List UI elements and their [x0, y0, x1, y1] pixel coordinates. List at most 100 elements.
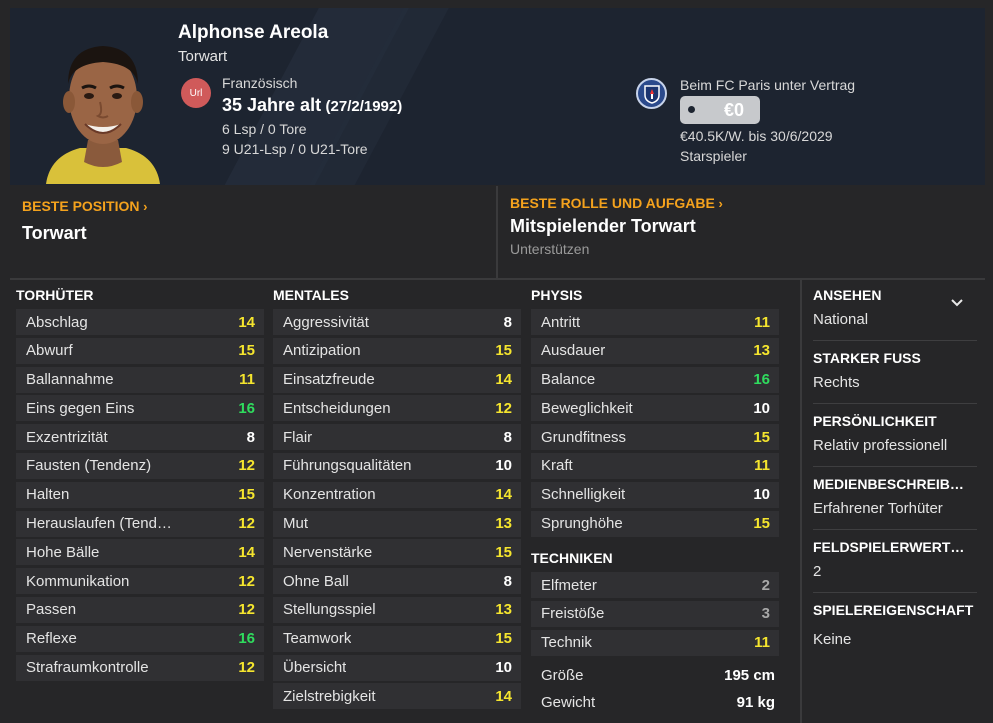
attribute-value: 11: [754, 457, 770, 475]
goalkeeping-attribute-row[interactable]: Halten 15: [16, 481, 264, 508]
attribute-label: Balance: [541, 371, 596, 389]
contract-status[interactable]: Beim FC Paris unter Vertrag: [680, 77, 855, 93]
mental-attribute-row[interactable]: Flair 8: [273, 424, 521, 451]
height-value: 195 cm: [724, 666, 775, 684]
mental-attribute-row[interactable]: Mut 13: [273, 510, 521, 537]
player-header: Alphonse Areola Torwart Url Französisch …: [10, 8, 985, 185]
attribute-value: 12: [238, 601, 255, 619]
attribute-label: Beweglichkeit: [541, 399, 633, 417]
mental-attribute-row[interactable]: Stellungsspiel 13: [273, 596, 521, 623]
goalkeeping-attribute-row[interactable]: Abschlag 14: [16, 309, 264, 335]
attribute-label: Führungsqualitäten: [283, 457, 412, 475]
attribute-label: Einsatzfreude: [283, 371, 375, 389]
club-badge-icon[interactable]: [636, 78, 667, 109]
mental-attribute-row[interactable]: Aggressivität 8: [273, 309, 521, 335]
attribute-value: 15: [495, 630, 512, 648]
physical-attribute-row[interactable]: Grundfitness 15: [531, 424, 779, 451]
physical-attribute-row[interactable]: Schnelligkeit 10: [531, 481, 779, 508]
goalkeeping-attribute-row[interactable]: Strafraumkontrolle 12: [16, 654, 264, 681]
attribute-value: 10: [495, 457, 512, 475]
technical-attribute-row[interactable]: Freistöße 3: [531, 600, 779, 627]
best-role-link[interactable]: BESTE ROLLE UND AUFGABE ›: [510, 195, 723, 211]
attribute-label: Hohe Bälle: [26, 543, 100, 561]
physical-attribute-row[interactable]: Antritt 11: [531, 309, 779, 335]
physical-title: PHYSIS: [531, 287, 583, 303]
goalkeeping-attribute-row[interactable]: Herauslaufen (Tend… 12: [16, 510, 264, 537]
transfer-value-tag[interactable]: €0: [680, 96, 760, 124]
mental-attribute-row[interactable]: Teamwork 15: [273, 625, 521, 652]
weight-row: Gewicht 91 kg: [531, 689, 779, 715]
weight-value: 91 kg: [736, 693, 775, 711]
attribute-label: Ballannahme: [26, 371, 114, 389]
goalkeeping-attribute-row[interactable]: Exzentrizität 8: [16, 424, 264, 451]
goalkeeping-attribute-row[interactable]: Eins gegen Eins 16: [16, 395, 264, 422]
attribute-value: 13: [495, 601, 512, 619]
goalkeeping-attribute-row[interactable]: Fausten (Tendenz) 12: [16, 452, 264, 479]
attribute-value: 8: [503, 428, 512, 446]
mental-attribute-row[interactable]: Konzentration 14: [273, 481, 521, 508]
wage-and-expiry: €40.5K/W. bis 30/6/2029: [680, 128, 833, 144]
best-role-label: BESTE ROLLE UND AUFGABE: [510, 195, 715, 211]
attribute-label: Flair: [283, 428, 313, 446]
goalkeeping-attributes: Abschlag 14 Abwurf 15 Ballannahme 11 Eins gege…: [16, 309, 264, 683]
physical-attribute-row[interactable]: Sprunghöhe 15: [531, 510, 779, 537]
attribute-value: 16: [238, 399, 255, 417]
attribute-label: Nervenstärke: [283, 543, 373, 561]
separator: [813, 592, 977, 593]
mental-title: MENTALES: [273, 287, 349, 303]
physical-attribute-row[interactable]: Ausdauer 13: [531, 337, 779, 364]
goalkeeping-attribute-row[interactable]: Abwurf 15: [16, 337, 264, 364]
goalkeeping-attribute-row[interactable]: Ballannahme 11: [16, 366, 264, 393]
mental-attribute-row[interactable]: Antizipation 15: [273, 337, 521, 364]
attribute-value: 10: [495, 659, 512, 677]
mental-attribute-row[interactable]: Übersicht 10: [273, 654, 521, 681]
attribute-label: Teamwork: [283, 630, 352, 648]
separator: [813, 403, 977, 404]
nationality-flag-icon[interactable]: Url: [181, 78, 211, 108]
physical-attribute-row[interactable]: Kraft 11: [531, 452, 779, 479]
attribute-value: 16: [238, 630, 255, 648]
physical-attribute-row[interactable]: Balance 16: [531, 366, 779, 393]
attribute-value: 12: [238, 572, 255, 590]
media-description-value: Erfahrener Torhüter: [813, 500, 943, 517]
mental-attribute-row[interactable]: Nervenstärke 15: [273, 539, 521, 566]
player-photo: [38, 16, 168, 184]
attribute-value: 8: [503, 313, 512, 331]
attribute-value: 14: [495, 687, 512, 705]
separator: [813, 466, 977, 467]
attribute-value: 15: [238, 342, 255, 360]
attribute-label: Herauslaufen (Tend…: [26, 515, 172, 533]
technical-attribute-row[interactable]: Technik 11: [531, 629, 779, 656]
attribute-label: Übersicht: [283, 659, 347, 677]
mental-attribute-row[interactable]: Ohne Ball 8: [273, 568, 521, 595]
technical-attribute-row[interactable]: Elfmeter 2: [531, 572, 779, 598]
goalkeeping-attribute-row[interactable]: Reflexe 16: [16, 625, 264, 652]
attribute-label: Elfmeter: [541, 576, 597, 594]
attribute-label: Fausten (Tendenz): [26, 457, 152, 475]
outfield-rating-value: 2: [813, 563, 822, 580]
mental-attribute-row[interactable]: Zielstrebigkeit 14: [273, 683, 521, 710]
attribute-value: 15: [753, 428, 770, 446]
player-nationality[interactable]: Französisch: [222, 75, 297, 91]
reputation-title: ANSEHEN: [813, 287, 882, 303]
attribute-value: 16: [753, 371, 770, 389]
goalkeeping-attribute-row[interactable]: Kommunikation 12: [16, 568, 264, 595]
attribute-value: 10: [753, 486, 770, 504]
best-role-value: Mitspielender Torwart: [510, 216, 696, 236]
player-name: Alphonse Areola: [178, 22, 329, 43]
goalkeeping-attribute-row[interactable]: Passen 12: [16, 596, 264, 623]
mental-attribute-row[interactable]: Entscheidungen 12: [273, 395, 521, 422]
mental-attribute-row[interactable]: Einsatzfreude 14: [273, 366, 521, 393]
mental-attribute-row[interactable]: Führungsqualitäten 10: [273, 452, 521, 479]
best-position-link[interactable]: BESTE POSITION ›: [22, 198, 147, 214]
player-position: Torwart: [178, 48, 228, 65]
player-info-panel: ANSEHEN National STARKER FUSS Rechts PER…: [800, 280, 985, 723]
player-age: 35 Jahre alt (27/2/1992): [222, 95, 402, 116]
mental-attributes: Aggressivität 8 Antizipation 15 Einsatzfreud…: [273, 309, 521, 712]
reputation-value: National: [813, 311, 869, 328]
goalkeeping-attribute-row[interactable]: Hohe Bälle 14: [16, 539, 264, 566]
attribute-value: 13: [495, 515, 512, 533]
physical-attributes: Antritt 11 Ausdauer 13 Balance 16 Beweglichkei…: [531, 309, 779, 539]
date-of-birth: (27/2/1992): [325, 98, 403, 115]
physical-attribute-row[interactable]: Beweglichkeit 10: [531, 395, 779, 422]
